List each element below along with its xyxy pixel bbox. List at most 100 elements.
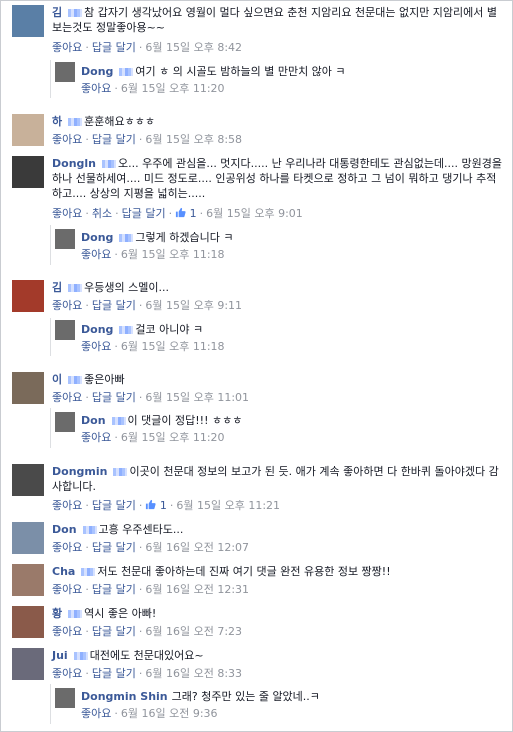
avatar[interactable] bbox=[12, 114, 44, 146]
comment-text: 오... 우주에 관심을... 멋지다..... 난 우리나라 대통령한테도 관… bbox=[52, 157, 503, 200]
comment-author[interactable]: 김 bbox=[52, 6, 62, 19]
comment-timestamp[interactable]: 6월 15일 오후 9:11 bbox=[145, 299, 242, 312]
comment-timestamp[interactable]: 6월 15일 오후 11:18 bbox=[121, 248, 225, 261]
comment: Jui 대전에도 천문대있어요~ 좋아요 · 답글 달기 · 6월 16일 오전 8:33 bbox=[12, 648, 507, 684]
redacted-name bbox=[119, 326, 134, 334]
like-link[interactable]: 좋아요 bbox=[52, 299, 82, 312]
comment-text: 대전에도 천문대있어요~ bbox=[89, 649, 204, 662]
reply-link[interactable]: 답글 달기 bbox=[92, 391, 136, 404]
reply-link[interactable]: 답글 달기 bbox=[92, 625, 136, 638]
avatar[interactable] bbox=[55, 62, 75, 82]
comment-timestamp[interactable]: 6월 15일 오후 11:18 bbox=[121, 340, 225, 353]
comment-author[interactable]: Cha bbox=[52, 565, 75, 578]
comment-timestamp[interactable]: 6월 16일 오전 9:36 bbox=[121, 707, 218, 720]
comment-author[interactable]: Dong bbox=[81, 231, 113, 244]
comment-timestamp[interactable]: 6월 16일 오전 12:31 bbox=[145, 583, 249, 596]
comment-timestamp[interactable]: 6월 15일 오후 11:20 bbox=[121, 431, 225, 444]
reply-link[interactable]: 답글 달기 bbox=[92, 133, 136, 146]
avatar[interactable] bbox=[12, 648, 44, 680]
comment-actions: 좋아요 · 답글 달기 · 6월 16일 오전 8:33 bbox=[52, 667, 243, 680]
avatar[interactable] bbox=[12, 464, 44, 496]
comment-actions: 좋아요 · 답글 달기 · 1 · 6월 15일 오후 11:21 bbox=[52, 499, 281, 512]
comment-text: 우등생의 스멜이... bbox=[84, 281, 169, 294]
comment-author[interactable]: 황 bbox=[52, 607, 62, 620]
avatar[interactable] bbox=[55, 412, 75, 432]
comment-author[interactable]: Dong bbox=[81, 323, 113, 336]
reply-thread-line bbox=[50, 684, 51, 724]
comment-author[interactable]: Don bbox=[52, 523, 77, 536]
avatar[interactable] bbox=[12, 156, 44, 188]
comment-actions: 좋아요 · 답글 달기 · 6월 16일 오전 7:23 bbox=[52, 625, 243, 638]
reply-link[interactable]: 답글 달기 bbox=[92, 299, 136, 312]
comment-text: 좋은아빠 bbox=[84, 373, 125, 386]
comment-author[interactable]: Dongln bbox=[52, 157, 96, 170]
like-link[interactable]: 좋아요 bbox=[52, 41, 82, 54]
like-count[interactable]: 1 bbox=[175, 207, 197, 220]
like-link[interactable]: 좋아요 bbox=[52, 391, 82, 404]
comment-author[interactable]: Don bbox=[81, 414, 106, 427]
redacted-name bbox=[119, 68, 134, 76]
reply-thread-line bbox=[50, 408, 51, 448]
reply-link[interactable]: 답글 달기 bbox=[92, 667, 136, 680]
comment-actions: 좋아요 · 답글 달기 · 6월 15일 오후 8:58 bbox=[52, 133, 243, 146]
avatar[interactable] bbox=[12, 5, 44, 37]
comment-timestamp[interactable]: 6월 15일 오후 11:20 bbox=[121, 82, 225, 95]
avatar[interactable] bbox=[55, 688, 75, 708]
avatar[interactable] bbox=[12, 564, 44, 596]
like-link[interactable]: 좋아요 bbox=[52, 583, 82, 596]
comment-author[interactable]: 김 bbox=[52, 281, 62, 294]
comment-text: 역시 좋은 아빠! bbox=[84, 607, 157, 620]
reply-link[interactable]: 답글 달기 bbox=[92, 541, 136, 554]
comment-text: 그래? 청주만 있는 줄 알았네..ㅋ bbox=[171, 690, 320, 703]
like-link[interactable]: 좋아요 bbox=[52, 133, 82, 146]
redacted-name bbox=[111, 417, 126, 425]
reply-link[interactable]: 답글 달기 bbox=[92, 499, 136, 512]
comment-timestamp[interactable]: 6월 16일 오전 7:23 bbox=[145, 625, 242, 638]
comment-author[interactable]: Dong bbox=[81, 65, 113, 78]
reply: Dongmin Shin 그래? 청주만 있는 줄 알았네..ㅋ 좋아요 · 6월 1… bbox=[55, 688, 505, 724]
like-link[interactable]: 좋아요 bbox=[81, 340, 111, 353]
redacted-name bbox=[102, 160, 116, 168]
comment-actions: 좋아요 · 답글 달기 · 6월 16일 오전 12:31 bbox=[52, 583, 250, 596]
reply-link[interactable]: 답글 달기 bbox=[122, 207, 166, 220]
like-link[interactable]: 좋아요 bbox=[52, 667, 82, 680]
redacted-name bbox=[82, 526, 97, 534]
like-count[interactable]: 1 bbox=[145, 499, 167, 512]
avatar[interactable] bbox=[12, 280, 44, 312]
like-link[interactable]: 좋아요 bbox=[52, 207, 82, 220]
comment-timestamp[interactable]: 6월 16일 오전 8:33 bbox=[145, 667, 242, 680]
avatar[interactable] bbox=[12, 372, 44, 404]
reply-link[interactable]: 답글 달기 bbox=[92, 41, 136, 54]
redacted-name bbox=[68, 9, 83, 17]
redacted-name bbox=[119, 234, 134, 242]
comment-author[interactable]: Dongmin Shin bbox=[81, 690, 168, 703]
comment-author[interactable]: 하 bbox=[52, 115, 62, 128]
comment-timestamp[interactable]: 6월 16일 오전 12:07 bbox=[145, 541, 249, 554]
reply-link[interactable]: 답글 달기 bbox=[92, 583, 136, 596]
like-link[interactable]: 좋아요 bbox=[52, 499, 82, 512]
comment-author[interactable]: 이 bbox=[52, 373, 62, 386]
comment-timestamp[interactable]: 6월 15일 오후 8:58 bbox=[145, 133, 242, 146]
like-link[interactable]: 좋아요 bbox=[81, 707, 111, 720]
unlike-link[interactable]: 취소 bbox=[92, 207, 112, 220]
avatar[interactable] bbox=[55, 229, 75, 249]
avatar[interactable] bbox=[12, 606, 44, 638]
redacted-name bbox=[68, 610, 83, 618]
comment-author[interactable]: Dongmin bbox=[52, 465, 107, 478]
like-link[interactable]: 좋아요 bbox=[81, 431, 111, 444]
comment: 김 우등생의 스멜이... 좋아요 · 답글 달기 · 6월 15일 오후 9:11 bbox=[12, 280, 507, 316]
comment-text: 훈훈해요ㅎㅎㅎ bbox=[84, 115, 155, 128]
avatar[interactable] bbox=[55, 320, 75, 340]
like-link[interactable]: 좋아요 bbox=[81, 82, 111, 95]
redacted-name bbox=[73, 652, 88, 660]
comment-timestamp[interactable]: 6월 15일 오후 9:01 bbox=[206, 207, 303, 220]
like-link[interactable]: 좋아요 bbox=[52, 625, 82, 638]
avatar[interactable] bbox=[12, 522, 44, 554]
comment-timestamp[interactable]: 6월 15일 오후 11:01 bbox=[145, 391, 249, 404]
comment-timestamp[interactable]: 6월 15일 오후 11:21 bbox=[176, 499, 280, 512]
like-link[interactable]: 좋아요 bbox=[81, 248, 111, 261]
comment-actions: 좋아요 · 6월 16일 오전 9:36 bbox=[81, 707, 218, 720]
like-link[interactable]: 좋아요 bbox=[52, 541, 82, 554]
comment-timestamp[interactable]: 6월 15일 오후 8:42 bbox=[145, 41, 242, 54]
comment-author[interactable]: Jui bbox=[52, 649, 68, 662]
